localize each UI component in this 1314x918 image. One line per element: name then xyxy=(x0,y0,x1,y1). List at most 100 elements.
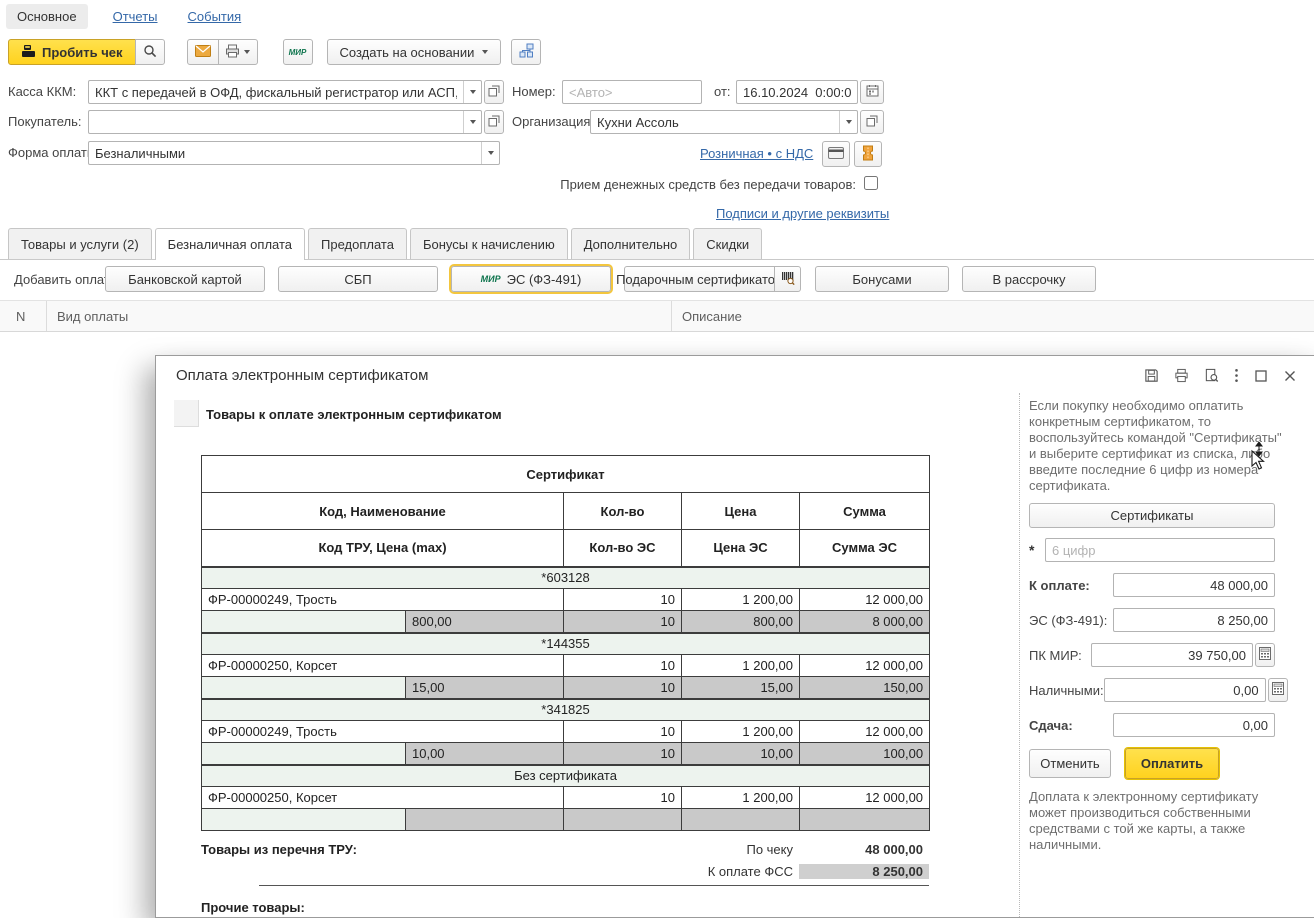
tab-cashless-payment[interactable]: Безналичная оплата xyxy=(155,228,305,260)
cash-input[interactable] xyxy=(1104,678,1266,702)
sub-spacer[interactable] xyxy=(202,677,406,699)
more-icon[interactable] xyxy=(1234,368,1239,383)
item-name[interactable]: ФР-00000250, Корсет xyxy=(202,655,564,677)
cert-group-label[interactable]: *144355 xyxy=(202,633,930,655)
number-input[interactable] xyxy=(563,81,701,103)
sub-qty-es[interactable]: 10 xyxy=(564,743,682,765)
sub-qty-es[interactable]: 10 xyxy=(564,677,682,699)
item-price[interactable]: 1 200,00 xyxy=(682,589,800,611)
item-name[interactable]: ФР-00000250, Корсет xyxy=(202,787,564,809)
digits-input[interactable] xyxy=(1045,538,1275,562)
org-dropdown[interactable] xyxy=(839,111,857,133)
item-price[interactable]: 1 200,00 xyxy=(682,787,800,809)
tab-additional[interactable]: Дополнительно xyxy=(571,228,691,259)
date-input[interactable] xyxy=(737,81,857,103)
buyer-open-button[interactable] xyxy=(484,110,504,134)
org-input[interactable] xyxy=(591,111,839,133)
item-sum[interactable]: 12 000,00 xyxy=(800,655,930,677)
pk-mir-input[interactable] xyxy=(1091,643,1253,667)
sub-price-es[interactable]: 15,00 xyxy=(682,677,800,699)
col-header-description[interactable]: Описание xyxy=(672,301,1314,331)
item-price[interactable]: 1 200,00 xyxy=(682,721,800,743)
print-preview-icon[interactable] xyxy=(1204,368,1219,383)
item-name[interactable]: ФР-00000249, Трость xyxy=(202,589,564,611)
date-calendar-button[interactable] xyxy=(860,80,884,104)
hdr-price-es[interactable]: Цена ЭС xyxy=(682,530,800,567)
sub-max-price[interactable]: 15,00 xyxy=(406,677,564,699)
sub-price-es[interactable]: 800,00 xyxy=(682,611,800,633)
pk-mir-calc-button[interactable] xyxy=(1255,643,1275,667)
kassa-open-button[interactable] xyxy=(484,80,504,104)
cert-group-label[interactable]: *603128 xyxy=(202,567,930,589)
signatures-link[interactable]: Подписи и другие реквизиты xyxy=(716,206,889,221)
tab-discounts[interactable]: Скидки xyxy=(693,228,762,259)
pay-bonuses-button[interactable]: Бонусами xyxy=(815,266,949,292)
hdr-sum[interactable]: Сумма xyxy=(800,493,930,530)
es-input[interactable] xyxy=(1113,608,1275,632)
pay-sbp-button[interactable]: СБП xyxy=(278,266,438,292)
to-pay-input[interactable] xyxy=(1113,573,1275,597)
sub-sum-es[interactable] xyxy=(800,809,930,831)
sub-sum-es[interactable]: 150,00 xyxy=(800,677,930,699)
print-button[interactable] xyxy=(218,39,258,65)
payment-form-dropdown[interactable] xyxy=(481,142,499,164)
tab-prepayment[interactable]: Предоплата xyxy=(308,228,407,259)
cert-header-certificate[interactable]: Сертификат xyxy=(202,456,930,493)
item-qty[interactable]: 10 xyxy=(564,721,682,743)
hdr-qty-es[interactable]: Кол-во ЭС xyxy=(564,530,682,567)
tab-goods-services[interactable]: Товары и услуги (2) xyxy=(8,228,152,259)
sub-qty-es[interactable] xyxy=(564,809,682,831)
kassa-input[interactable] xyxy=(89,81,463,103)
nav-tab-events[interactable]: События xyxy=(177,4,253,29)
card-payment-button[interactable] xyxy=(822,141,850,167)
cash-calc-button[interactable] xyxy=(1268,678,1288,702)
sub-max-price[interactable] xyxy=(406,809,564,831)
item-qty[interactable]: 10 xyxy=(564,655,682,677)
kassa-dropdown[interactable] xyxy=(463,81,481,103)
print-icon[interactable] xyxy=(1174,368,1189,383)
retail-vat-link[interactable]: Розничная • с НДС xyxy=(700,146,813,161)
search-check-button[interactable] xyxy=(135,39,165,65)
payment-form-input[interactable] xyxy=(89,142,481,164)
pay-bank-card-button[interactable]: Банковской картой xyxy=(105,266,265,292)
sub-spacer[interactable] xyxy=(202,743,406,765)
buyer-dropdown[interactable] xyxy=(463,111,481,133)
sub-spacer[interactable] xyxy=(202,809,406,831)
certificates-button[interactable]: Сертификаты xyxy=(1029,503,1275,528)
hdr-code-name[interactable]: Код, Наименование xyxy=(202,493,564,530)
post-check-button[interactable]: Пробить чек xyxy=(8,39,136,65)
sub-max-price[interactable]: 10,00 xyxy=(406,743,564,765)
item-sum[interactable]: 12 000,00 xyxy=(800,589,930,611)
pay-es-button[interactable]: МИР ЭС (ФЗ-491) xyxy=(451,266,611,292)
hdr-sum-es[interactable]: Сумма ЭС xyxy=(800,530,930,567)
hdr-price[interactable]: Цена xyxy=(682,493,800,530)
nav-tab-reports[interactable]: Отчеты xyxy=(102,4,169,29)
item-qty[interactable]: 10 xyxy=(564,589,682,611)
item-price[interactable]: 1 200,00 xyxy=(682,655,800,677)
change-input[interactable] xyxy=(1113,713,1275,737)
sub-qty-es[interactable]: 10 xyxy=(564,611,682,633)
tab-bonuses-accrual[interactable]: Бонусы к начислению xyxy=(410,228,568,259)
cancel-button[interactable]: Отменить xyxy=(1029,749,1111,778)
item-name[interactable]: ФР-00000249, Трость xyxy=(202,721,564,743)
col-header-payment-type[interactable]: Вид оплаты xyxy=(47,301,672,331)
email-button[interactable] xyxy=(187,39,219,65)
col-header-n[interactable]: N xyxy=(0,301,47,331)
structure-button[interactable] xyxy=(511,39,541,65)
buyer-input[interactable] xyxy=(89,111,463,133)
gift-cert-scan-button[interactable] xyxy=(774,266,801,292)
sub-spacer[interactable] xyxy=(202,611,406,633)
create-based-on-button[interactable]: Создать на основании xyxy=(327,39,502,65)
org-open-button[interactable] xyxy=(860,110,884,134)
item-qty[interactable]: 10 xyxy=(564,787,682,809)
sub-price-es[interactable]: 10,00 xyxy=(682,743,800,765)
close-icon[interactable] xyxy=(1283,369,1297,383)
item-sum[interactable]: 12 000,00 xyxy=(800,787,930,809)
hdr-qty[interactable]: Кол-во xyxy=(564,493,682,530)
sub-price-es[interactable] xyxy=(682,809,800,831)
maximize-icon[interactable] xyxy=(1254,369,1268,383)
mir-button[interactable]: МИР xyxy=(283,39,313,65)
pay-installment-button[interactable]: В рассрочку xyxy=(962,266,1096,292)
nav-tab-main[interactable]: Основное xyxy=(6,4,88,29)
sub-max-price[interactable]: 800,00 xyxy=(406,611,564,633)
